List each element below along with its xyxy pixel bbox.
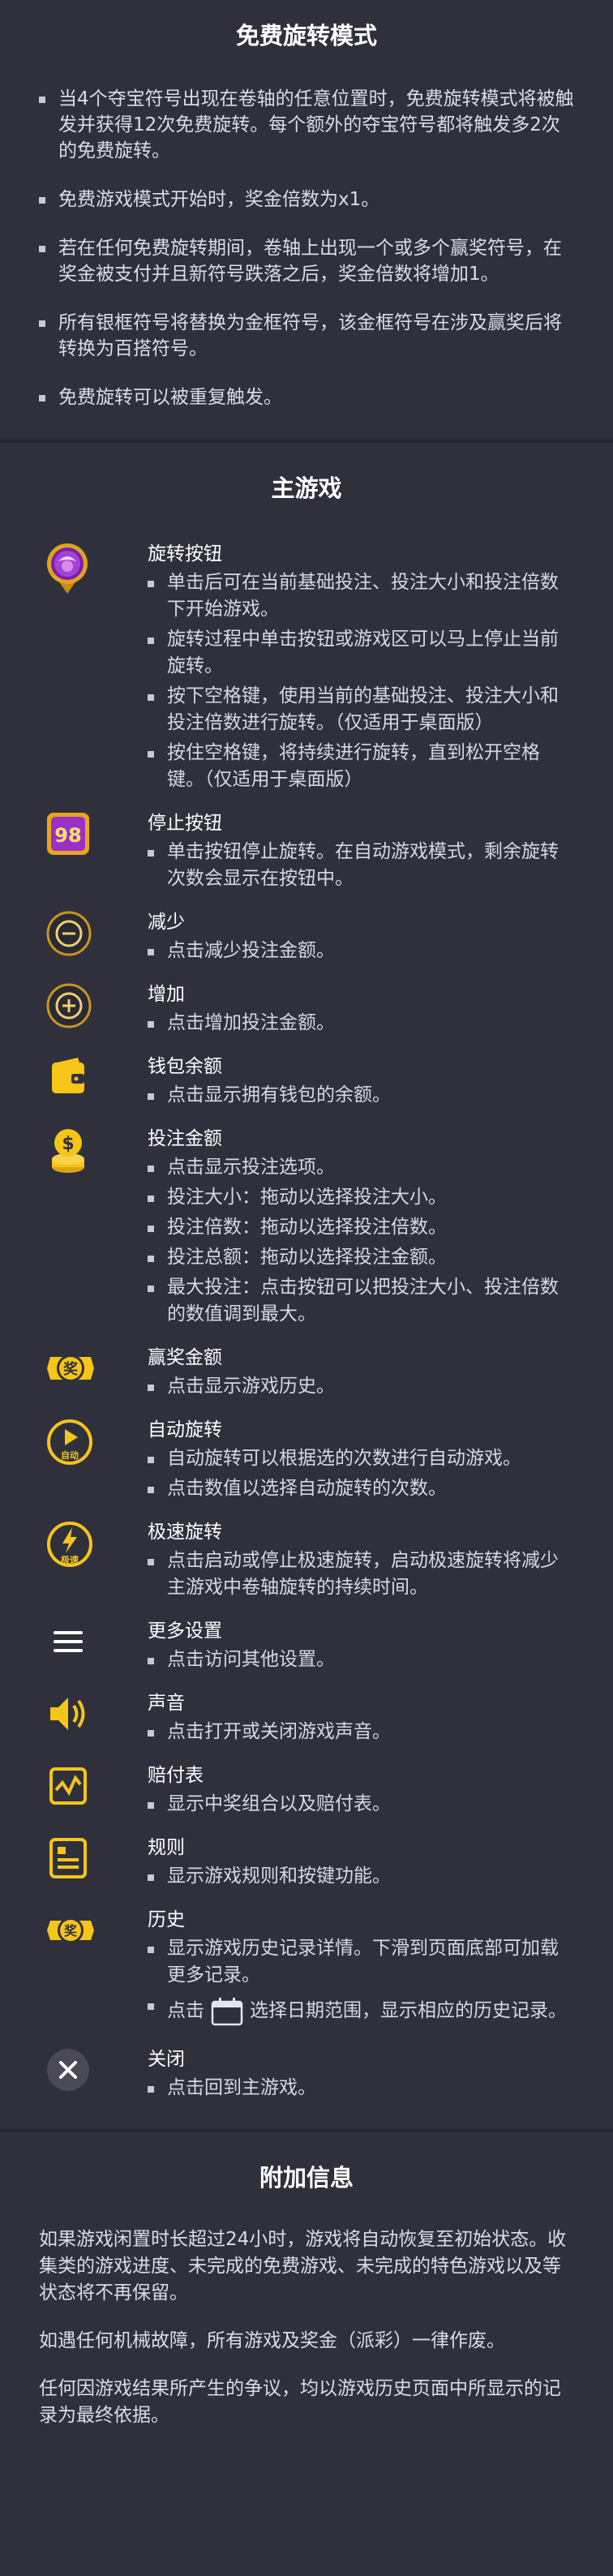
item-description: 投注大小：拖动以选择投注大小。 — [148, 1184, 574, 1211]
minus-icon — [45, 910, 92, 957]
item-title: 极速旋转 — [148, 1522, 222, 1543]
turbo-spin-icon: 极速 — [45, 1520, 94, 1569]
item-paytable: 赔付表 显示中奖组合以及赔付表。 — [39, 1763, 574, 1818]
item-title: 停止按钮 — [148, 813, 222, 834]
item-wallet: 钱包余额 点击显示拥有钱包的余额。 — [39, 1054, 574, 1109]
item-plus: 增加 点击增加投注金额。 — [39, 982, 574, 1037]
free-spins-bullet: 所有银框符号将替换为金框符号，该金框符号在涉及赢奖后将转换为百搭符号。 — [39, 310, 574, 362]
item-title: 规则 — [148, 1837, 185, 1858]
free-spins-section: 免费旋转模式 当4个夺宝符号出现在卷轴的任意位置时，免费旋转模式将被触发并获得1… — [0, 0, 613, 440]
item-description: 点击访问其他设置。 — [148, 1646, 574, 1673]
extra-info-paragraph: 如果游戏闲置时长超过24小时，游戏将自动恢复至初始状态。收集类的游戏进度、未完成… — [39, 2229, 567, 2303]
item-title: 旋转按钮 — [148, 543, 222, 565]
item-turbo-spin: 极速 极速旋转 点击启动或停止极速旋转，启动极速旋转将减少主游戏中卷轴旋转的持续… — [39, 1520, 574, 1601]
extra-info-title: 附加信息 — [259, 2164, 354, 2192]
history-icon: 奖 — [45, 1908, 96, 1953]
svg-text:奖: 奖 — [63, 1360, 79, 1378]
item-title: 赔付表 — [148, 1765, 204, 1786]
item-description: 点击回到主游戏。 — [148, 2075, 574, 2102]
item-description: 点击增加投注金额。 — [148, 1010, 574, 1037]
item-description: 点击启动或停止极速旋转，启动极速旋转将减少主游戏中卷轴旋转的持续时间。 — [148, 1548, 574, 1601]
calendar-icon — [211, 1997, 243, 2026]
svg-text:$: $ — [62, 1134, 74, 1154]
item-title: 历史 — [148, 1909, 185, 1930]
item-sound: 声音 点击打开或关闭游戏声音。 — [39, 1691, 574, 1745]
item-description: 点击显示游戏历史。 — [148, 1373, 574, 1400]
item-description: 旋转过程中单击按钮或游戏区可以马上停止当前旋转。 — [148, 626, 574, 680]
rules-icon — [45, 1835, 91, 1881]
item-more-settings: 更多设置 点击访问其他设置。 — [39, 1619, 574, 1673]
item-description: 显示中奖组合以及赔付表。 — [148, 1791, 574, 1818]
plus-icon — [45, 982, 92, 1029]
item-title: 减少 — [148, 912, 185, 933]
stop-button-icon: 98 — [45, 811, 91, 857]
svg-text:98: 98 — [54, 824, 81, 847]
item-description: 单击后可在当前基础投注、投注大小和投注倍数下开始游戏。 — [148, 569, 574, 623]
svg-text:奖: 奖 — [64, 1923, 78, 1938]
item-description: 按下空格键，使用当前的基础投注、投注大小和投注倍数进行旋转。（仅适用于桌面版） — [148, 683, 574, 736]
sound-icon — [45, 1691, 91, 1737]
item-description: 显示游戏历史记录详情。下滑到页面底部可加载更多记录。 — [148, 1935, 574, 1989]
main-game-title: 主游戏 — [271, 474, 342, 502]
item-description: 按住空格键，将持续进行旋转，直到松开空格键。（仅适用于桌面版） — [148, 740, 574, 793]
wallet-icon — [45, 1054, 91, 1100]
item-description: 投注倍数：拖动以选择投注倍数。 — [148, 1214, 574, 1241]
item-history: 奖 历史 显示游戏历史记录详情。下滑到页面底部可加载更多记录。 点击 选择日期范… — [39, 1908, 574, 2029]
svg-text:自动: 自动 — [61, 1449, 79, 1461]
free-spins-title: 免费旋转模式 — [235, 22, 377, 49]
extra-info-paragraph: 如遇任何机械故障，所有游戏及奖金（派彩）一律作废。 — [39, 2330, 505, 2351]
item-stop-button: 98 停止按钮 单击按钮停止旋转。在自动游戏模式，剩余旋转次数会显示在按钮中。 — [39, 811, 574, 892]
item-minus: 减少 点击减少投注金额。 — [39, 910, 574, 964]
auto-spin-icon: 自动 — [45, 1418, 94, 1466]
item-spin-button: 旋转按钮 单击后可在当前基础投注、投注大小和投注倍数下开始游戏。 旋转过程中单击… — [39, 542, 574, 793]
item-description: 单击按钮停止旋转。在自动游戏模式，剩余旋转次数会显示在按钮中。 — [148, 839, 574, 892]
item-description: 投注总额：拖动以选择投注金额。 — [148, 1244, 574, 1271]
item-title: 增加 — [148, 984, 185, 1005]
item-description: 点击数值以选择自动旋转的次数。 — [148, 1475, 574, 1502]
close-icon — [45, 2047, 91, 2093]
item-title: 自动旋转 — [148, 1419, 222, 1440]
item-title: 声音 — [148, 1693, 185, 1714]
item-description: 点击显示投注选项。 — [148, 1154, 574, 1181]
item-title: 投注金额 — [148, 1128, 222, 1149]
item-title: 赢奖金额 — [148, 1347, 222, 1368]
free-spins-bullet: 当4个夺宝符号出现在卷轴的任意位置时，免费旋转模式将被触发并获得12次免费旋转。… — [39, 86, 574, 164]
main-game-section: 主游戏 旋转按钮 单击后可在当前基础投注、投注大小和投注倍数下开始游戏。 旋转过… — [0, 443, 613, 2129]
item-description: 自动旋转可以根据选的次数进行自动游戏。 — [148, 1445, 574, 1472]
item-title: 钱包余额 — [148, 1056, 222, 1077]
item-rules: 规则 显示游戏规则和按键功能。 — [39, 1835, 574, 1890]
item-description-calendar: 点击 选择日期范围，显示相应的历史记录。 — [148, 1992, 574, 2029]
extra-info-section: 附加信息 如果游戏闲置时长超过24小时，游戏将自动恢复至初始状态。收集类的游戏进… — [0, 2132, 613, 2483]
coins-icon: $ — [45, 1127, 91, 1175]
paytable-icon — [45, 1763, 91, 1809]
item-description: 点击减少投注金额。 — [148, 938, 574, 964]
svg-text:极速: 极速 — [61, 1554, 79, 1565]
item-description: 显示游戏规则和按键功能。 — [148, 1863, 574, 1890]
spin-button-icon — [45, 542, 89, 595]
item-bet-amount: $ 投注金额 点击显示投注选项。 投注大小：拖动以选择投注大小。 投注倍数：拖动… — [39, 1127, 574, 1328]
item-description: 最大投注：点击按钮可以把投注大小、投注倍数的数值调到最大。 — [148, 1274, 574, 1328]
item-description: 点击打开或关闭游戏声音。 — [148, 1719, 574, 1745]
extra-info-paragraph: 任何因游戏结果所产生的争议，均以游戏历史页面中所显示的记录为最终依据。 — [39, 2378, 561, 2426]
item-title: 更多设置 — [148, 1621, 222, 1642]
item-close: 关闭 点击回到主游戏。 — [39, 2047, 574, 2102]
menu-icon — [45, 1619, 91, 1664]
item-win-amount: 奖 赢奖金额 点击显示游戏历史。 — [39, 1346, 574, 1400]
item-title: 关闭 — [148, 2049, 185, 2070]
item-auto-spin: 自动 自动旋转 自动旋转可以根据选的次数进行自动游戏。 点击数值以选择自动旋转的… — [39, 1418, 574, 1502]
free-spins-bullet: 免费游戏模式开始时，奖金倍数为x1。 — [39, 187, 574, 213]
item-description: 点击显示拥有钱包的余额。 — [148, 1082, 574, 1109]
free-spins-bullet: 免费旋转可以被重复触发。 — [39, 384, 574, 410]
free-spins-bullet: 若在任何免费旋转期间，卷轴上出现一个或多个赢奖符号，在奖金被支付并且新符号跌落之… — [39, 235, 574, 287]
win-amount-icon: 奖 — [45, 1346, 96, 1391]
